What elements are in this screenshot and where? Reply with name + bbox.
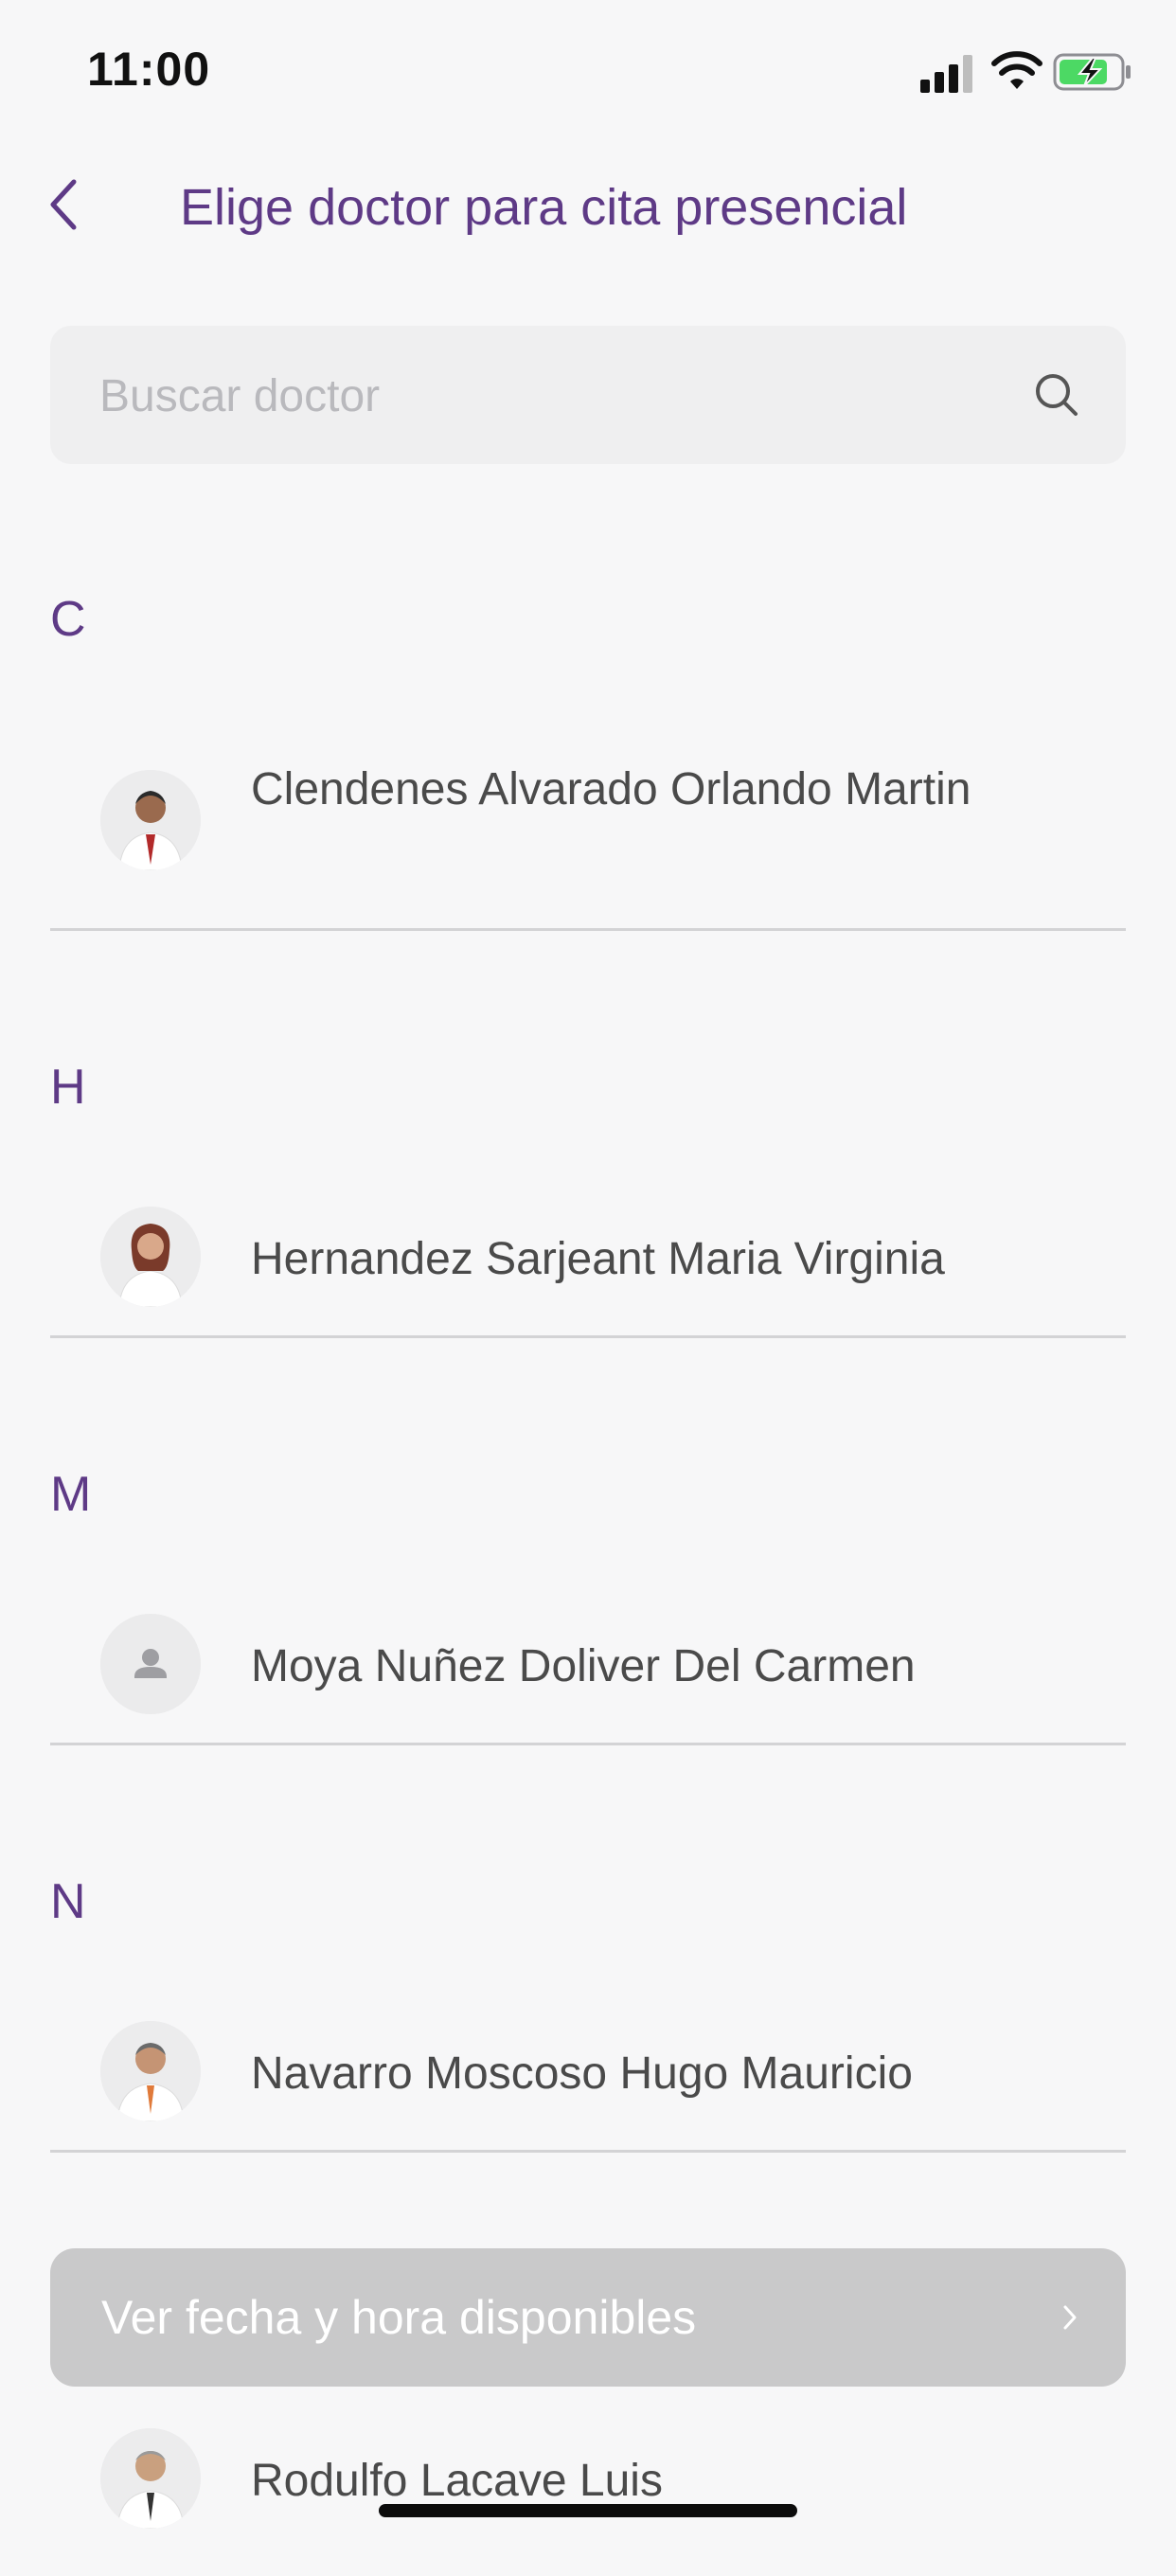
- wifi-icon: [991, 51, 1042, 89]
- section-letter-h: H: [50, 1060, 86, 1115]
- back-chevron-icon[interactable]: [45, 176, 80, 233]
- see-available-dates-label: Ver fecha y hora disponibles: [101, 2291, 697, 2344]
- doctor-name: Hernandez Sarjeant Maria Virginia: [251, 1234, 945, 1284]
- battery-charging-icon: [1053, 53, 1131, 91]
- doctor-avatar: [100, 2428, 201, 2529]
- section-letter-n: N: [50, 1874, 86, 1929]
- search-input[interactable]: [98, 326, 1010, 466]
- search-icon[interactable]: [1033, 371, 1080, 419]
- home-indicator: [379, 2504, 797, 2517]
- section-letter-c: C: [50, 592, 86, 647]
- page-title: Elige doctor para cita presencial: [180, 179, 908, 236]
- doctor-name: Rodulfo Lacave Luis: [251, 2456, 663, 2506]
- doctor-list-item[interactable]: Hernandez Sarjeant Maria Virginia: [50, 1165, 1126, 1338]
- doctor-name: Clendenes Alvarado Orlando Martin: [251, 764, 971, 814]
- see-available-dates-button[interactable]: Ver fecha y hora disponibles: [50, 2248, 1126, 2387]
- status-time: 11:00: [87, 43, 211, 96]
- doctor-name: Moya Nuñez Doliver Del Carmen: [251, 1641, 916, 1691]
- doctor-avatar: [100, 1207, 201, 1307]
- doctor-list-item[interactable]: Navarro Moscoso Hugo Mauricio: [50, 1979, 1126, 2153]
- doctor-list-item[interactable]: Rodulfo Lacave Luis: [50, 2387, 1126, 2576]
- doctor-list-item[interactable]: Clendenes Alvarado Orlando Martin: [50, 701, 1126, 931]
- doctor-avatar: [100, 2021, 201, 2121]
- person-placeholder-icon: [100, 1614, 201, 1714]
- section-letter-m: M: [50, 1467, 92, 1522]
- doctor-name: Navarro Moscoso Hugo Mauricio: [251, 2048, 913, 2099]
- search-bar: [50, 326, 1126, 466]
- doctor-list-item[interactable]: Moya Nuñez Doliver Del Carmen: [50, 1572, 1126, 1745]
- chevron-right-icon: [1063, 2305, 1077, 2330]
- cellular-signal-icon: [920, 53, 975, 93]
- doctor-avatar: [100, 770, 201, 870]
